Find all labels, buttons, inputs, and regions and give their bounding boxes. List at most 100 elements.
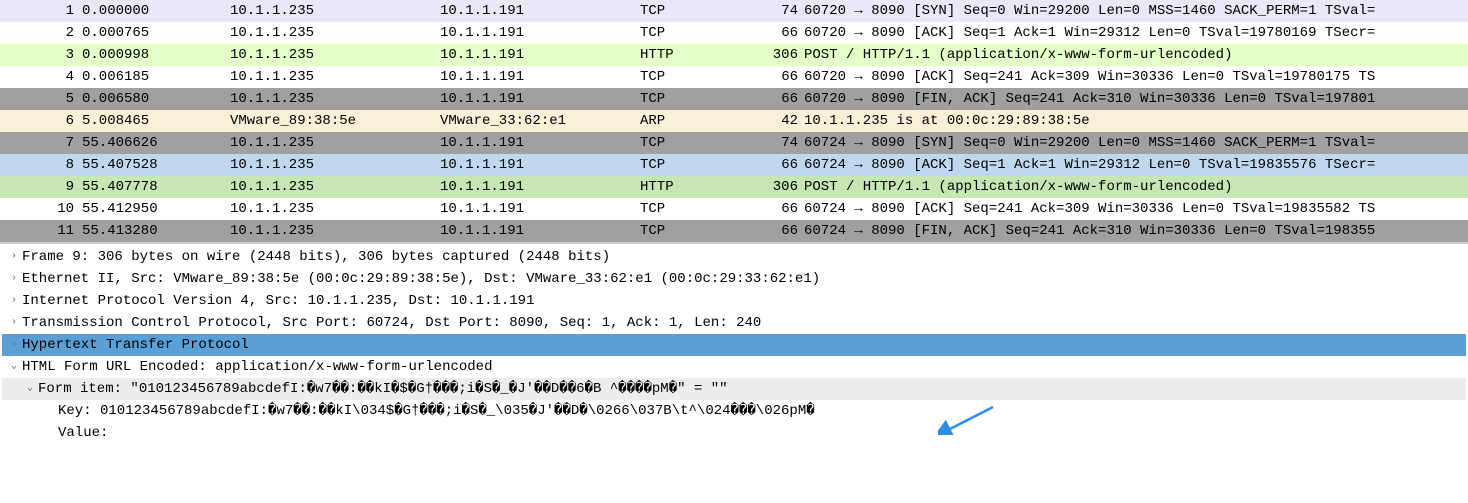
packet-time: 5.008465 (80, 110, 230, 132)
packet-source: 10.1.1.235 (230, 176, 440, 198)
packet-destination: 10.1.1.191 (440, 132, 640, 154)
packet-no: 11 (0, 220, 80, 242)
tree-label: Internet Protocol Version 4, Src: 10.1.1… (22, 290, 1466, 312)
packet-length: 306 (760, 44, 802, 66)
packet-length: 306 (760, 176, 802, 198)
tree-item[interactable]: ›Frame 9: 306 bytes on wire (2448 bits),… (2, 246, 1466, 268)
expand-collapse-icon[interactable]: › (6, 334, 22, 356)
packet-row[interactable]: 855.40752810.1.1.23510.1.1.191TCP6660724… (0, 154, 1468, 176)
packet-length: 42 (760, 110, 802, 132)
expand-collapse-icon[interactable]: ⌄ (22, 378, 38, 400)
packet-details[interactable]: ›Frame 9: 306 bytes on wire (2448 bits),… (0, 244, 1468, 444)
packet-row[interactable]: 955.40777810.1.1.23510.1.1.191HTTP306POS… (0, 176, 1468, 198)
packet-no: 3 (0, 44, 80, 66)
tree-label: HTML Form URL Encoded: application/x-www… (22, 356, 1466, 378)
packet-source: 10.1.1.235 (230, 0, 440, 22)
packet-source: 10.1.1.235 (230, 66, 440, 88)
packet-time: 0.000765 (80, 22, 230, 44)
packet-info: 10.1.1.235 is at 00:0c:29:89:38:5e (802, 110, 1468, 132)
packet-protocol: TCP (640, 22, 760, 44)
packet-row[interactable]: 1155.41328010.1.1.23510.1.1.191TCP666072… (0, 220, 1468, 242)
packet-info: POST / HTTP/1.1 (application/x-www-form-… (802, 176, 1468, 198)
packet-row[interactable]: 10.00000010.1.1.23510.1.1.191TCP7460720 … (0, 0, 1468, 22)
tree-item[interactable]: ⌄HTML Form URL Encoded: application/x-ww… (2, 356, 1466, 378)
packet-length: 66 (760, 66, 802, 88)
tree-label: Hypertext Transfer Protocol (22, 334, 1466, 356)
packet-source: 10.1.1.235 (230, 154, 440, 176)
packet-no: 9 (0, 176, 80, 198)
packet-destination: 10.1.1.191 (440, 0, 640, 22)
packet-no: 1 (0, 0, 80, 22)
packet-protocol: TCP (640, 220, 760, 242)
packet-protocol: TCP (640, 132, 760, 154)
packet-time: 55.407778 (80, 176, 230, 198)
packet-info: POST / HTTP/1.1 (application/x-www-form-… (802, 44, 1468, 66)
packet-info: 60724 → 8090 [ACK] Seq=241 Ack=309 Win=3… (802, 198, 1468, 220)
packet-no: 4 (0, 66, 80, 88)
packet-destination: VMware_33:62:e1 (440, 110, 640, 132)
packet-time: 55.406626 (80, 132, 230, 154)
packet-row[interactable]: 50.00658010.1.1.23510.1.1.191TCP6660720 … (0, 88, 1468, 110)
packet-destination: 10.1.1.191 (440, 220, 640, 242)
packet-destination: 10.1.1.191 (440, 44, 640, 66)
tree-label: Value: (58, 422, 1466, 444)
packet-destination: 10.1.1.191 (440, 176, 640, 198)
packet-time: 0.006185 (80, 66, 230, 88)
packet-destination: 10.1.1.191 (440, 88, 640, 110)
packet-no: 5 (0, 88, 80, 110)
packet-source: 10.1.1.235 (230, 220, 440, 242)
packet-time: 0.006580 (80, 88, 230, 110)
packet-info: 60720 → 8090 [SYN] Seq=0 Win=29200 Len=0… (802, 0, 1468, 22)
packet-length: 66 (760, 154, 802, 176)
packet-info: 60720 → 8090 [ACK] Seq=241 Ack=309 Win=3… (802, 66, 1468, 88)
packet-row[interactable]: 30.00099810.1.1.23510.1.1.191HTTP306POST… (0, 44, 1468, 66)
packet-destination: 10.1.1.191 (440, 154, 640, 176)
tree-item[interactable]: Key: 010123456789abcdefI:�w7��:��kI\034$… (2, 400, 1466, 422)
packet-info: 60724 → 8090 [SYN] Seq=0 Win=29200 Len=0… (802, 132, 1468, 154)
expand-collapse-icon[interactable]: › (6, 268, 22, 290)
packet-protocol: ARP (640, 110, 760, 132)
tree-label: Form item: "010123456789abcdefI:�w7��:��… (38, 378, 1466, 400)
packet-protocol: TCP (640, 66, 760, 88)
packet-protocol: TCP (640, 198, 760, 220)
packet-row[interactable]: 755.40662610.1.1.23510.1.1.191TCP7460724… (0, 132, 1468, 154)
packet-row[interactable]: 20.00076510.1.1.23510.1.1.191TCP6660720 … (0, 22, 1468, 44)
packet-source: 10.1.1.235 (230, 132, 440, 154)
packet-row[interactable]: 65.008465VMware_89:38:5eVMware_33:62:e1A… (0, 110, 1468, 132)
packet-length: 66 (760, 22, 802, 44)
packet-no: 7 (0, 132, 80, 154)
packet-info: 60720 → 8090 [FIN, ACK] Seq=241 Ack=310 … (802, 88, 1468, 110)
packet-time: 55.412950 (80, 198, 230, 220)
expand-collapse-icon[interactable]: › (6, 290, 22, 312)
packet-source: VMware_89:38:5e (230, 110, 440, 132)
packet-protocol: HTTP (640, 176, 760, 198)
packet-info: 60720 → 8090 [ACK] Seq=1 Ack=1 Win=29312… (802, 22, 1468, 44)
packet-no: 10 (0, 198, 80, 220)
tree-item[interactable]: Value: (2, 422, 1466, 444)
tree-item[interactable]: ›Transmission Control Protocol, Src Port… (2, 312, 1466, 334)
packet-row[interactable]: 40.00618510.1.1.23510.1.1.191TCP6660720 … (0, 66, 1468, 88)
packet-info: 60724 → 8090 [FIN, ACK] Seq=241 Ack=310 … (802, 220, 1468, 242)
tree-item[interactable]: ›Ethernet II, Src: VMware_89:38:5e (00:0… (2, 268, 1466, 290)
packet-source: 10.1.1.235 (230, 88, 440, 110)
tree-item[interactable]: ⌄Form item: "010123456789abcdefI:�w7��:�… (2, 378, 1466, 400)
packet-list[interactable]: 10.00000010.1.1.23510.1.1.191TCP7460720 … (0, 0, 1468, 244)
packet-length: 66 (760, 198, 802, 220)
packet-info: 60724 → 8090 [ACK] Seq=1 Ack=1 Win=29312… (802, 154, 1468, 176)
packet-protocol: TCP (640, 0, 760, 22)
tree-item[interactable]: ›Internet Protocol Version 4, Src: 10.1.… (2, 290, 1466, 312)
expand-collapse-icon[interactable]: › (6, 246, 22, 268)
packet-source: 10.1.1.235 (230, 22, 440, 44)
packet-length: 66 (760, 220, 802, 242)
tree-label: Transmission Control Protocol, Src Port:… (22, 312, 1466, 334)
tree-item[interactable]: ›Hypertext Transfer Protocol (2, 334, 1466, 356)
packet-source: 10.1.1.235 (230, 198, 440, 220)
expand-collapse-icon[interactable]: › (6, 312, 22, 334)
packet-protocol: TCP (640, 154, 760, 176)
packet-row[interactable]: 1055.41295010.1.1.23510.1.1.191TCP666072… (0, 198, 1468, 220)
packet-length: 66 (760, 88, 802, 110)
packet-no: 6 (0, 110, 80, 132)
expand-collapse-icon[interactable]: ⌄ (6, 356, 22, 378)
packet-time: 0.000998 (80, 44, 230, 66)
packet-destination: 10.1.1.191 (440, 66, 640, 88)
